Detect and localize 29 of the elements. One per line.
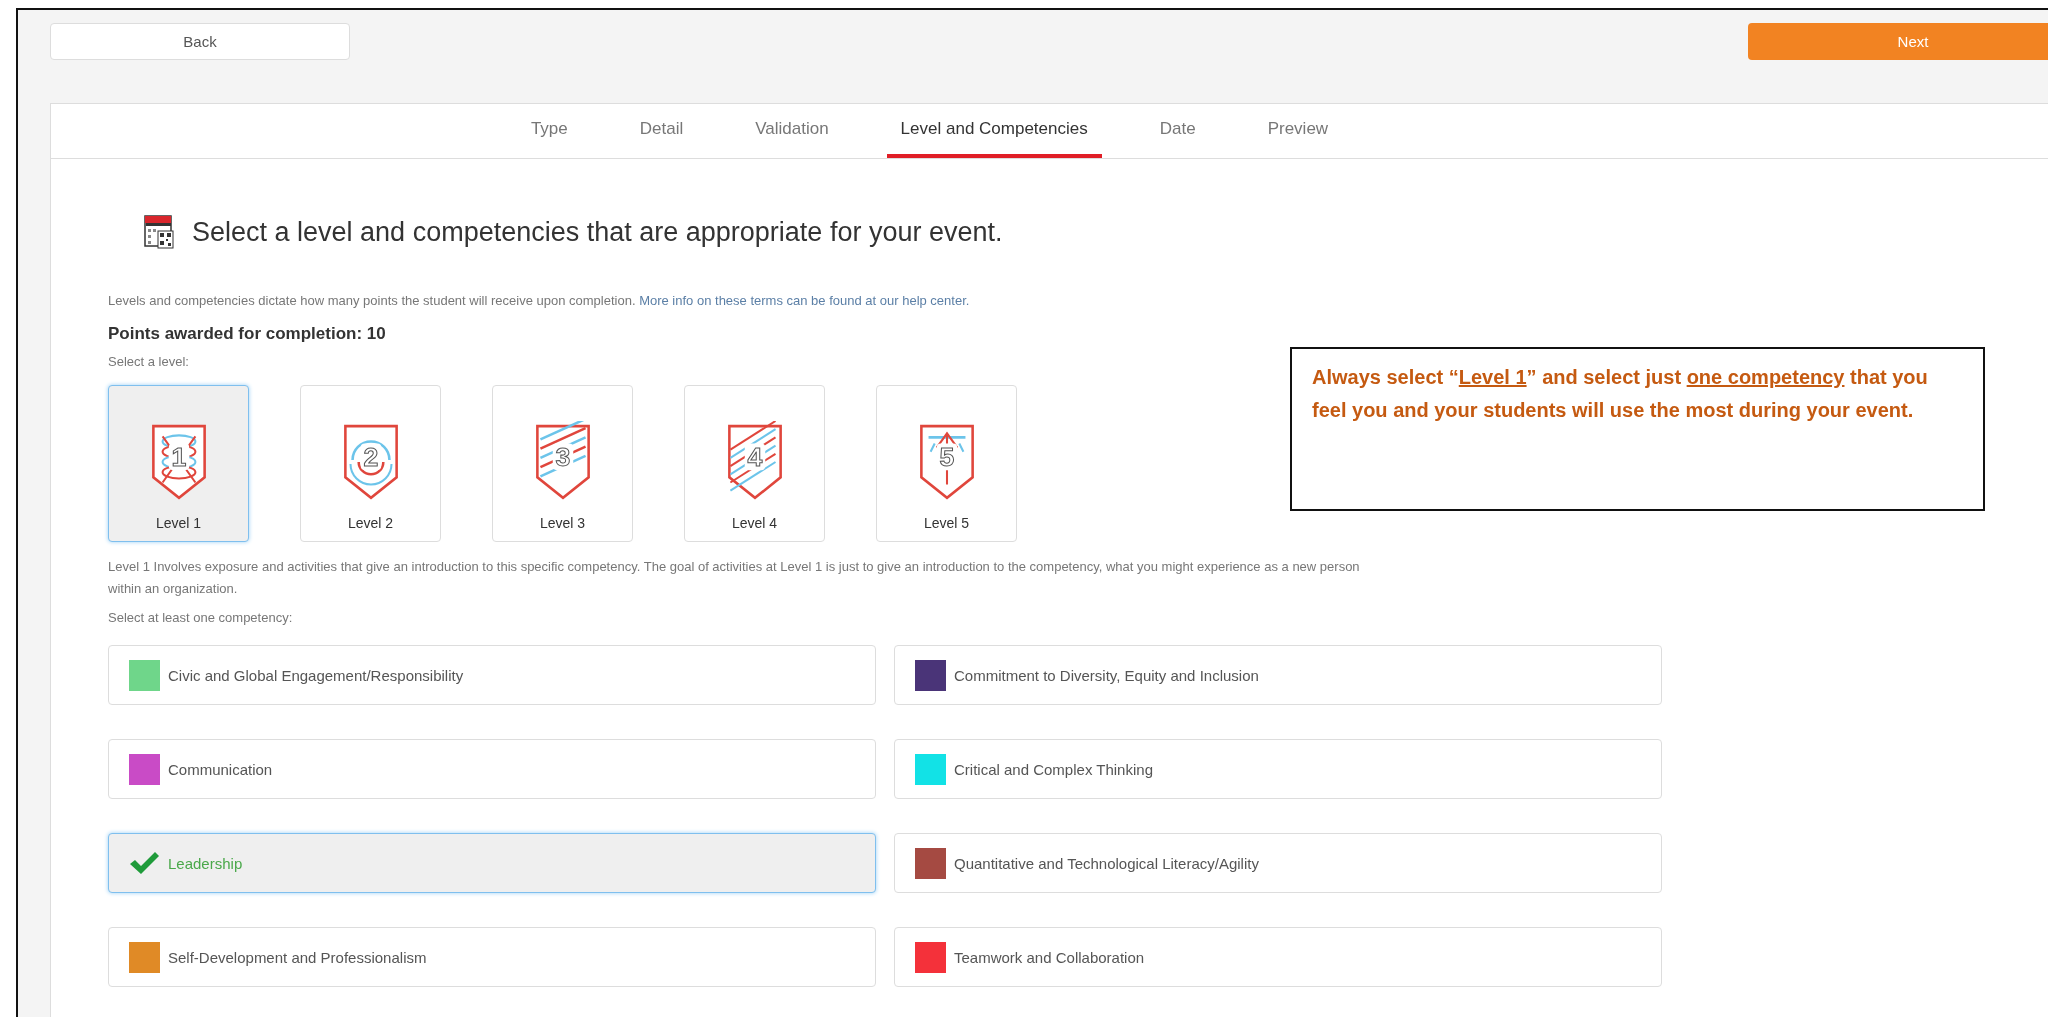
back-button[interactable]: Back: [50, 23, 350, 60]
level-description: Level 1 Involves exposure and activities that give an introduction to this specific competency. The goal of activities at Level 1 is just to give an introduction to the competency, what you might experience as a new person within an organization.: [108, 558, 1361, 598]
step-tab[interactable]: Detail: [603, 104, 720, 158]
level-card[interactable]: 5 Level 5: [876, 385, 1017, 542]
instruction-note: Always select “Level 1” and select just one competency that you feel you and your students will use the most during your event.: [1312, 365, 1929, 423]
level-card[interactable]: 4 Level 4: [684, 385, 825, 542]
level-card[interactable]: 1 Level 1: [108, 385, 249, 542]
competency-option[interactable]: Communication: [108, 739, 876, 799]
competency-prompt: Select at least one competency:: [108, 610, 293, 625]
step-tab[interactable]: Validation: [719, 104, 865, 158]
competency-option[interactable]: Self-Development and Professionalism: [108, 927, 876, 987]
calendar-icon: [144, 215, 174, 249]
competency-option[interactable]: Quantitative and Technological Literacy/Agility: [894, 833, 1662, 893]
points-label: Points awarded for completion: 10: [108, 324, 386, 344]
description-text: Levels and competencies dictate how many points the student will receive upon completion. More info on these terms can be found at our help center.: [108, 293, 971, 308]
checkmark-icon: [129, 851, 160, 875]
level-prompt: Select a level:: [108, 354, 189, 369]
competency-option[interactable]: Teamwork and Collaboration: [894, 927, 1662, 987]
competency-option[interactable]: Commitment to Diversity, Equity and Inclusion: [894, 645, 1662, 705]
step-tab[interactable]: Date: [1123, 104, 1232, 158]
competency-option[interactable]: Critical and Complex Thinking: [894, 739, 1662, 799]
step-tab[interactable]: Type: [494, 104, 604, 158]
step-tab[interactable]: Level and Competencies: [886, 104, 1102, 158]
level-card[interactable]: 3 Level 3: [492, 385, 633, 542]
competency-option[interactable]: Civic and Global Engagement/Responsibility: [108, 645, 876, 705]
page-heading: Select a level and competencies that are appropriate for your event.: [192, 216, 1003, 248]
help-center-link[interactable]: More info on these terms can be found at our help center.: [639, 293, 970, 308]
step-tab[interactable]: Preview: [1231, 104, 1365, 158]
level-card[interactable]: 2 Level 2: [300, 385, 441, 542]
